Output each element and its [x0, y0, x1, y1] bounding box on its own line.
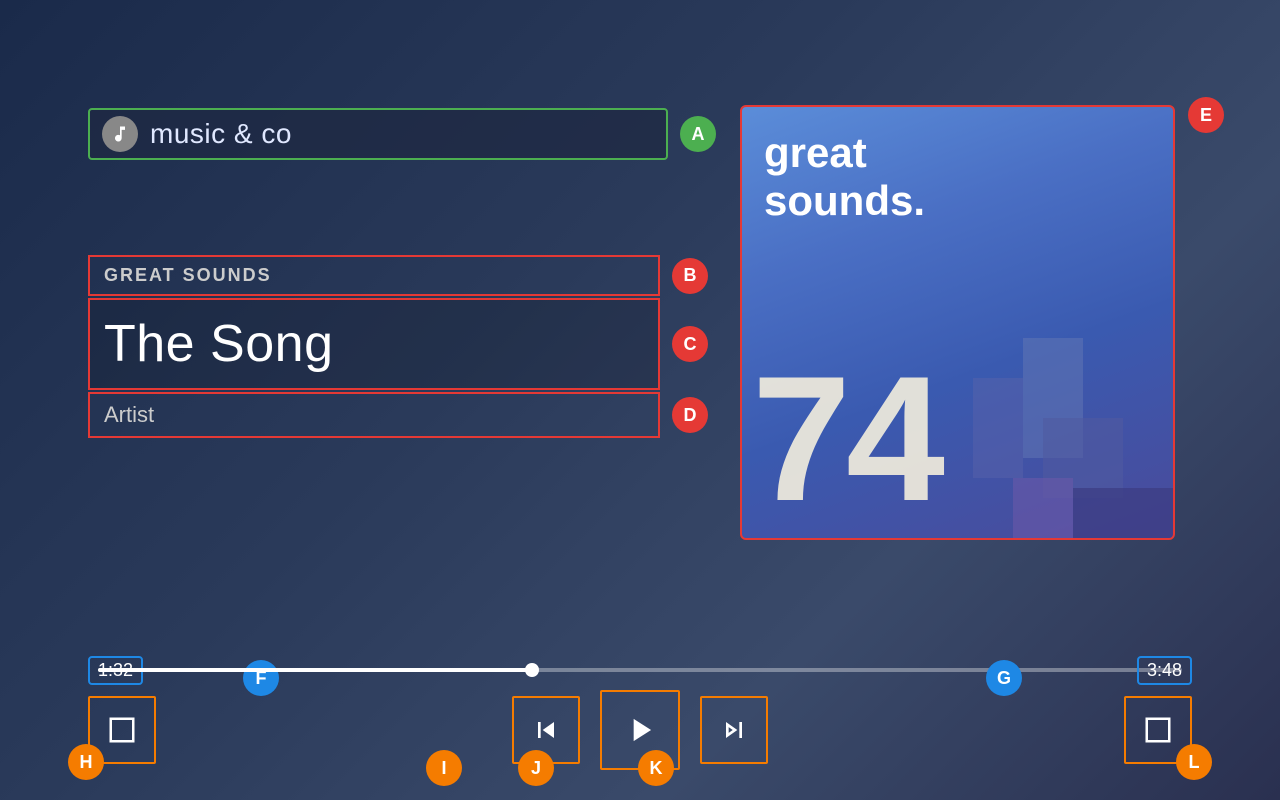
badge-c: C [672, 326, 708, 362]
next-icon [718, 714, 750, 746]
song-row: The Song C [88, 298, 708, 390]
search-text-value: music & co [150, 118, 292, 150]
album-title-line2: sounds. [764, 177, 925, 224]
buttons-row: H L I J K [88, 690, 1192, 770]
playlist-box: GREAT SOUNDS [88, 255, 660, 296]
artist-row: Artist D [88, 392, 708, 438]
badge-k: K [638, 750, 674, 786]
progress-thumb [525, 663, 539, 677]
progress-fill [98, 668, 532, 672]
song-box: The Song [88, 298, 660, 390]
deco-rect3 [1073, 488, 1173, 538]
progress-row: 1:32 F G 3:48 [88, 668, 1192, 672]
badge-l: L [1176, 744, 1212, 780]
album-art-inner: great sounds. 74 [742, 107, 1173, 538]
deco-rect4 [973, 378, 1023, 478]
total-time: 3:48 [1137, 656, 1192, 685]
play-icon [621, 711, 659, 749]
badge-d: D [672, 397, 708, 433]
prev-icon [530, 714, 562, 746]
album-title-line1: great [764, 129, 867, 176]
badge-b: B [672, 258, 708, 294]
artist-box: Artist [88, 392, 660, 438]
badge-e: E [1188, 97, 1224, 133]
playlist-label: GREAT SOUNDS [104, 265, 272, 285]
deco-rect5 [1013, 478, 1073, 538]
playlist-row: GREAT SOUNDS B [88, 255, 708, 296]
controls-area: 1:32 F G 3:48 H [88, 668, 1192, 770]
music-note-svg [110, 124, 130, 144]
song-title: The Song [104, 315, 334, 373]
badge-i: I [426, 750, 462, 786]
badge-j: J [518, 750, 554, 786]
next-button[interactable] [700, 696, 768, 764]
extra-right-icon [1143, 715, 1173, 745]
info-panel: GREAT SOUNDS B The Song C Artist D [88, 255, 708, 438]
album-number: 74 [752, 350, 940, 528]
music-icon [102, 116, 138, 152]
album-title: great sounds. [764, 129, 925, 226]
artist-name: Artist [104, 402, 154, 427]
extra-left-icon [107, 715, 137, 745]
badge-a: A [680, 116, 716, 152]
search-bar-area: music & co A [88, 108, 716, 160]
search-input-box[interactable]: music & co [88, 108, 668, 160]
badge-h: H [68, 744, 104, 780]
album-art: great sounds. 74 [740, 105, 1175, 540]
